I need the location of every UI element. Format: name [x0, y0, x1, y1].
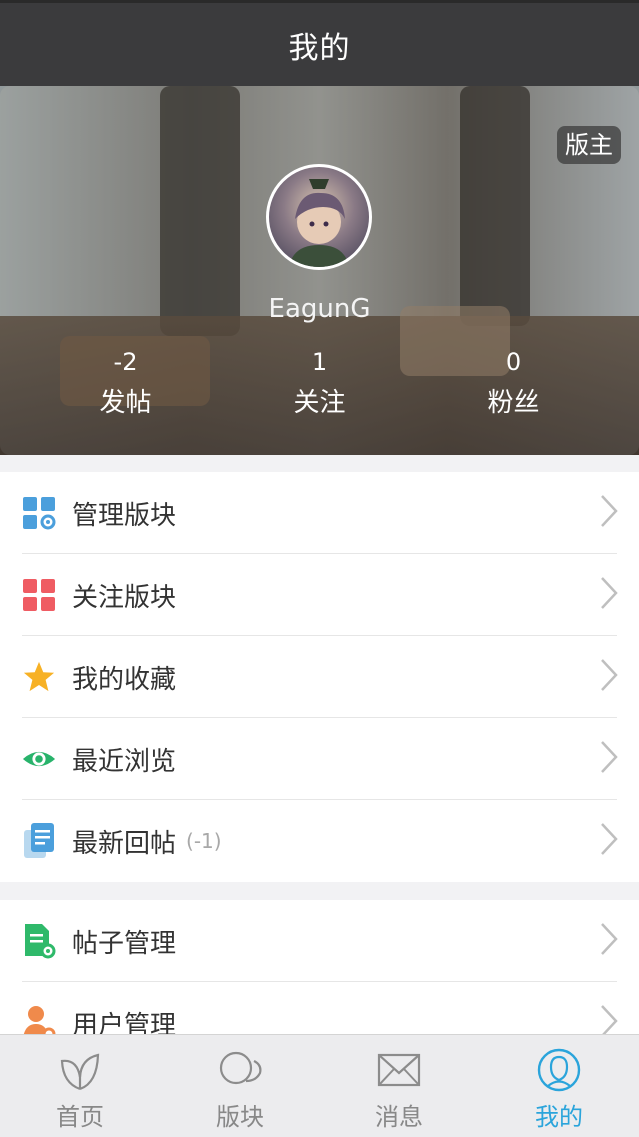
tab-messages[interactable]: 消息	[319, 1035, 479, 1137]
menu-item-label: 用户管理	[72, 1010, 177, 1035]
star-icon	[22, 660, 56, 694]
eye-icon	[22, 742, 56, 776]
tab-forums[interactable]: 版块	[160, 1035, 320, 1137]
tab-home[interactable]: 首页	[0, 1035, 160, 1137]
tab-label: 消息	[375, 1103, 423, 1131]
tab-label: 首页	[56, 1103, 104, 1131]
menu-group-admin: 帖子管理 用户管理	[0, 900, 639, 1034]
stat-following-value: 1	[311, 348, 328, 376]
stat-followers-label: 粉丝	[487, 388, 540, 418]
bottom-tab-bar: 首页 版块 消息 我的	[0, 1034, 639, 1137]
tab-label: 我的	[535, 1103, 583, 1131]
tab-label: 版块	[216, 1103, 264, 1131]
chevron-right-icon	[599, 576, 619, 614]
avatar-image	[289, 179, 349, 267]
envelope-icon	[376, 1047, 422, 1097]
menu-group-main: 管理版块 关注版块 我的收藏 最近浏览 最新回帖 (-1)	[0, 472, 639, 882]
chevron-right-icon	[599, 494, 619, 532]
menu-item-recent[interactable]: 最近浏览	[0, 718, 639, 800]
username: EagunG	[268, 294, 371, 324]
menu-item-followed-forums[interactable]: 关注版块	[0, 554, 639, 636]
stat-following[interactable]: 1 关注	[213, 348, 426, 419]
menu-item-user-management[interactable]: 用户管理	[0, 982, 639, 1034]
reply-count: (-1)	[186, 829, 222, 853]
menu-item-favorites[interactable]: 我的收藏	[0, 636, 639, 718]
avatar[interactable]	[266, 164, 372, 270]
stat-posts[interactable]: -2 发帖	[19, 348, 232, 419]
menu-item-label: 关注版块	[72, 582, 177, 613]
chevron-right-icon	[599, 658, 619, 696]
chevron-right-icon	[599, 822, 619, 860]
tab-mine[interactable]: 我的	[479, 1035, 639, 1137]
page-title: 我的	[288, 30, 351, 66]
menu-item-manage-forums[interactable]: 管理版块	[0, 472, 639, 554]
manage-forums-icon	[22, 496, 56, 530]
title-bar: 我的	[0, 0, 639, 86]
menu-item-latest-replies[interactable]: 最新回帖 (-1)	[0, 800, 639, 882]
document-icon	[22, 823, 56, 858]
menu-item-label: 最新回帖	[72, 828, 177, 859]
menu-item-label: 帖子管理	[72, 928, 177, 959]
leaf-icon	[57, 1047, 103, 1097]
menu-item-label: 最近浏览	[72, 746, 177, 777]
chat-bubbles-icon	[216, 1047, 264, 1097]
followed-forums-icon	[22, 578, 56, 612]
profile-header: 版主 EagunG -2 发帖 1 关注 0 粉丝	[0, 86, 639, 455]
moderator-badge: 版主	[557, 126, 621, 164]
stat-posts-label: 发帖	[99, 388, 152, 418]
chevron-right-icon	[599, 740, 619, 778]
chevron-right-icon	[599, 922, 619, 960]
menu-item-label: 我的收藏	[72, 664, 177, 695]
stat-followers-value: 0	[505, 348, 522, 376]
post-settings-icon	[22, 924, 56, 959]
user-settings-icon	[22, 1006, 56, 1034]
chevron-right-icon	[599, 1004, 619, 1034]
stat-posts-value: -2	[113, 348, 138, 376]
menu-item-label: 管理版块	[72, 500, 177, 531]
stat-following-label: 关注	[293, 388, 346, 418]
stat-followers[interactable]: 0 粉丝	[407, 348, 620, 419]
profile-icon	[536, 1047, 582, 1097]
menu-item-post-management[interactable]: 帖子管理	[0, 900, 639, 982]
